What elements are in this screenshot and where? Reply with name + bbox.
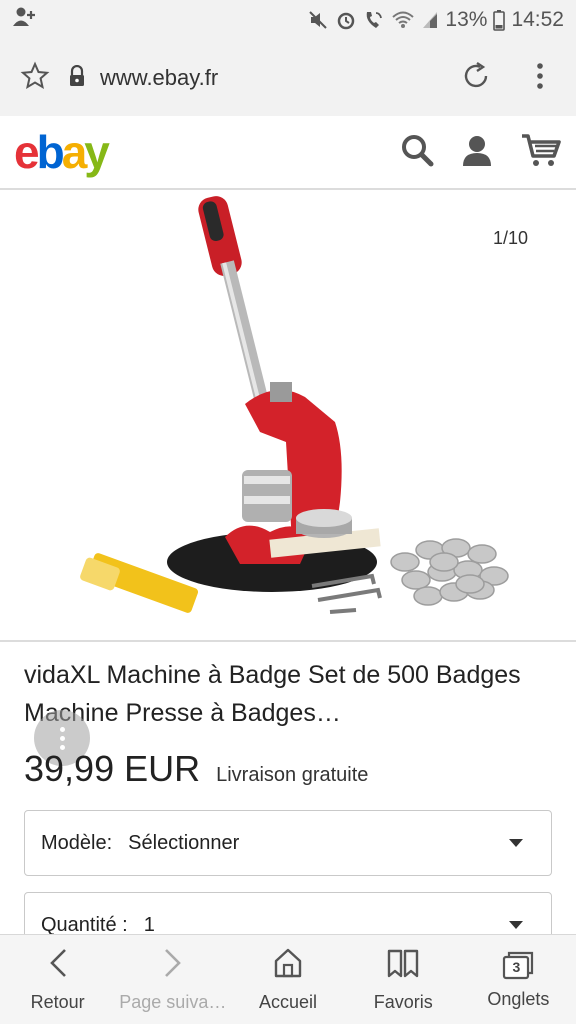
nav-forward-label: Page suiva…: [119, 991, 227, 1012]
price-row: 39,99 EUR Livraison gratuite: [24, 748, 368, 790]
nav-tabs[interactable]: 3 Onglets: [461, 935, 576, 1024]
reload-icon[interactable]: [460, 60, 492, 97]
nav-back-label: Retour: [30, 991, 85, 1012]
bookmarks-icon: [386, 947, 420, 984]
model-label: Modèle:: [41, 831, 113, 854]
divider: [0, 640, 576, 642]
nav-tabs-label: Onglets: [487, 989, 550, 1009]
search-icon[interactable]: [400, 133, 434, 172]
signal-icon: [421, 10, 439, 30]
status-bar: 13% 14:52: [0, 0, 576, 40]
tabs-icon: 3: [501, 949, 535, 981]
star-icon[interactable]: [20, 61, 50, 96]
nav-bookmarks[interactable]: Favoris: [346, 935, 461, 1024]
home-icon: [272, 947, 304, 984]
image-counter: 1/10: [492, 228, 528, 248]
chevron-down-icon: [509, 921, 523, 929]
tabs-count: 3: [512, 959, 521, 975]
model-value: Sélectionner: [128, 831, 240, 854]
ebay-logo[interactable]: ebay: [14, 129, 400, 175]
cart-icon[interactable]: [520, 132, 562, 173]
user-icon[interactable]: [460, 133, 494, 172]
url-text[interactable]: www.ebay.fr: [100, 65, 460, 91]
nav-home[interactable]: Accueil: [230, 935, 345, 1024]
more-icon[interactable]: [536, 62, 544, 95]
price: 39,99 EUR: [24, 748, 201, 789]
badge-machine-image: [80, 196, 509, 614]
battery-percent: 13%: [445, 8, 488, 31]
nav-bookmarks-label: Favoris: [373, 991, 433, 1012]
clock: 14:52: [511, 8, 564, 31]
nav-back[interactable]: Retour: [0, 935, 115, 1024]
site-header: ebay: [0, 116, 576, 190]
wifi-icon: [391, 10, 415, 30]
browser-bottom-nav: Retour Page suiva… Accueil Favoris 3 Ong…: [0, 934, 576, 1024]
mute-icon: [307, 9, 329, 31]
lock-icon: [68, 64, 86, 92]
product-title: vidaXL Machine à Badge Set de 500 Badges…: [24, 661, 521, 727]
forward-icon: [162, 947, 184, 984]
battery-icon: [493, 9, 506, 31]
shipping-info: Livraison gratuite: [216, 764, 369, 786]
browser-url-bar: www.ebay.fr: [0, 40, 576, 116]
alarm-icon: [335, 9, 357, 31]
chevron-down-icon: [509, 839, 523, 847]
add-contact-icon: [12, 6, 36, 34]
model-select[interactable]: Modèle: Sélectionner: [24, 810, 552, 876]
nav-home-label: Accueil: [258, 991, 318, 1012]
product-image-carousel[interactable]: 1/10: [0, 192, 576, 640]
back-icon: [47, 947, 69, 984]
nav-forward[interactable]: Page suiva…: [115, 935, 230, 1024]
wifi-call-icon: [363, 9, 385, 31]
